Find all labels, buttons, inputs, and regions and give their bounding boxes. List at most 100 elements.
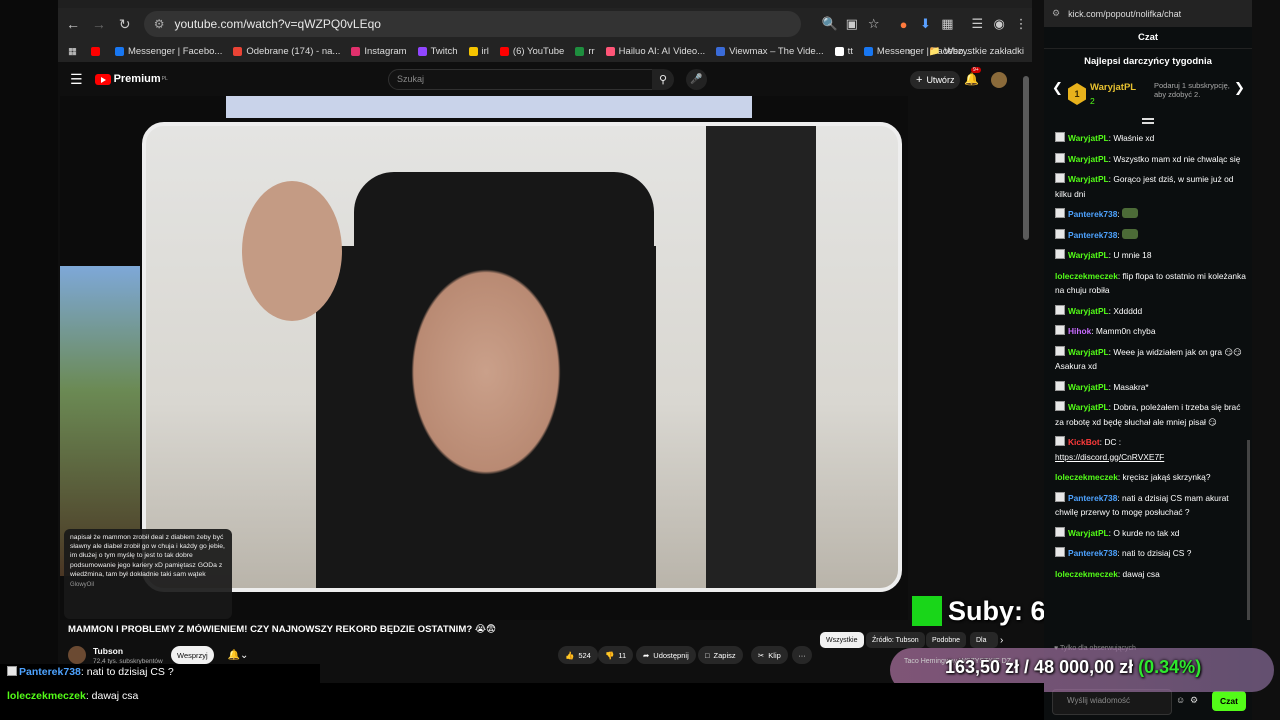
menu-dots-icon[interactable]: ⋮ <box>1010 13 1032 35</box>
video-player[interactable]: napisał że mammon zrobił deal z diabłem … <box>60 96 908 620</box>
bookmark-favicon-icon <box>834 46 844 56</box>
chat-message: WaryjatPL: Dobra, poleżałem i trzeba się… <box>1044 397 1252 432</box>
bookmark-0[interactable] <box>90 46 104 57</box>
search-input[interactable]: Szukaj <box>388 69 653 90</box>
logo-text: Premium <box>113 73 161 85</box>
dislike-button[interactable]: 👎 11 <box>598 646 634 664</box>
search-icon[interactable]: ⚲ <box>652 69 674 90</box>
chat-username[interactable]: KickBot <box>1068 437 1100 447</box>
youtube-logo[interactable]: Premium PL <box>94 73 168 85</box>
chat-message: WaryjatPL: Xddddd <box>1044 301 1252 322</box>
site-info-icon[interactable]: ⚙ <box>1052 8 1060 19</box>
notifications-icon[interactable]: 🔔 9+ <box>964 67 981 86</box>
address-bar[interactable]: ⚙ youtube.com/watch?v=qWZPQ0vLEqo <box>143 11 801 37</box>
bookmark-8[interactable]: Hailuo AI: AI Video... <box>605 46 705 57</box>
bookmark-7[interactable]: rr <box>575 46 595 57</box>
chip-for-you[interactable]: Dla <box>970 632 998 648</box>
chat-input[interactable]: Wyślij wiadomość <box>1052 689 1172 715</box>
chat-url-bar[interactable]: ⚙ kick.com/popout/nolifka/chat <box>1044 0 1252 27</box>
chat-username[interactable]: WaryjatPL <box>1068 347 1109 357</box>
chips-next-icon[interactable]: › <box>1000 635 1003 646</box>
channel-name[interactable]: Tubson <box>93 646 123 656</box>
chat-username[interactable]: WaryjatPL <box>1068 306 1109 316</box>
chat-username[interactable]: loleczekmeczek <box>1055 569 1118 579</box>
share-button[interactable]: ➦ Udostępnij <box>636 646 696 664</box>
channel-avatar[interactable] <box>68 646 86 664</box>
chat-username[interactable]: loleczekmeczek <box>1055 472 1118 482</box>
save-button[interactable]: □ Zapisz <box>698 646 743 664</box>
share-label: Udostępnij <box>653 650 689 660</box>
chat-username[interactable]: Panterek738 <box>1068 548 1117 558</box>
reload-icon[interactable]: ↻ <box>114 13 136 35</box>
bookmark-2[interactable]: Odebrane (174) - na... <box>233 46 340 57</box>
chat-text: Mamm0n chyba <box>1095 326 1156 336</box>
create-button[interactable]: + Utwórz <box>910 71 961 89</box>
chat-username[interactable]: WaryjatPL <box>1068 174 1109 184</box>
subscribe-bell-icon[interactable]: 🔔⌄ <box>223 646 253 664</box>
tab-strip <box>58 0 1032 8</box>
overlay-message: napisał że mammon zrobił deal z diabłem … <box>70 534 225 578</box>
chat-username[interactable]: loleczekmeczek <box>1055 271 1118 281</box>
chip-all[interactable]: Wszystkie <box>820 632 864 648</box>
send-button[interactable]: Czat <box>1212 691 1246 711</box>
back-icon[interactable]: ← <box>62 13 84 35</box>
page-scrollbar[interactable] <box>1023 76 1029 240</box>
bookmark-icon: □ <box>705 650 710 660</box>
star-icon[interactable]: ☆ <box>863 13 885 35</box>
extension-fire-icon[interactable]: ● <box>893 13 915 35</box>
chat-username[interactable]: Panterek738 <box>1068 209 1117 219</box>
bookmark-3[interactable]: Instagram <box>351 46 407 57</box>
chat-username[interactable]: Panterek738 <box>1068 493 1117 503</box>
top-donors-title: Najlepsi darczyńcy tygodnia <box>1084 56 1212 67</box>
chat-username[interactable]: WaryjatPL <box>1068 382 1109 392</box>
extensions-icon[interactable]: ▦ <box>936 13 958 35</box>
bookmark-1[interactable]: Messenger | Facebo... <box>114 46 222 57</box>
mic-icon[interactable]: 🎤 <box>686 69 707 90</box>
chat-ticker: Panterek738: nati to dzisiaj CS ? lolecze… <box>0 664 320 720</box>
download-icon[interactable]: ⬇ <box>915 13 937 35</box>
bookmark-5[interactable]: irl <box>468 46 489 57</box>
chip-related[interactable]: Podobne <box>926 632 967 648</box>
profile-icon[interactable]: ◉ <box>988 13 1010 35</box>
media-icon[interactable]: ☰ <box>966 13 988 35</box>
chat-username[interactable]: WaryjatPL <box>1068 528 1109 538</box>
settings-icon[interactable]: ⚙ <box>1190 695 1198 706</box>
chevron-right-icon[interactable]: ❯ <box>1234 80 1245 96</box>
chat-link[interactable]: https://discord.gg/CnRVXE7F <box>1055 452 1164 462</box>
chevron-left-icon[interactable]: ❮ <box>1052 80 1063 96</box>
like-button[interactable]: 👍 524 <box>558 646 598 664</box>
zoom-icon[interactable]: 🔍 <box>819 13 841 35</box>
more-bookmarks-icon[interactable]: » <box>907 46 912 57</box>
chat-username[interactable]: WaryjatPL <box>1068 250 1109 260</box>
emote-icon[interactable]: ☺ <box>1176 695 1185 705</box>
bookmark-6[interactable]: (6) YouTube <box>499 46 564 57</box>
support-button[interactable]: Wesprzyj <box>171 646 214 664</box>
chat-scrollbar[interactable] <box>1247 440 1250 620</box>
bookmark-9[interactable]: Viewmax – The Vide... <box>716 46 824 57</box>
account-avatar[interactable] <box>991 72 1007 88</box>
cast-icon[interactable]: ▣ <box>841 13 863 35</box>
bookmark-10[interactable]: tt <box>834 46 853 57</box>
clip-button[interactable]: ✂ Klip <box>751 646 788 664</box>
bookmark-favicon-icon <box>233 46 243 56</box>
user-badge-icon <box>7 666 17 676</box>
bookmark-4[interactable]: Twitch <box>417 46 458 57</box>
chat-username[interactable]: WaryjatPL <box>1068 133 1109 143</box>
apps-icon[interactable]: ▦ <box>68 46 77 57</box>
site-info-icon[interactable]: ⚙ <box>154 17 165 31</box>
subs-counter: Suby: 6 <box>948 595 1046 626</box>
chip-source[interactable]: Źródło: Tubson <box>866 632 925 648</box>
shelf <box>706 126 816 588</box>
drag-handle-icon[interactable] <box>1142 118 1154 124</box>
hamburger-icon[interactable]: ☰ <box>70 71 83 88</box>
chat-username[interactable]: Hihok <box>1068 326 1091 336</box>
user-badge-icon <box>1055 152 1065 163</box>
more-actions-button[interactable]: ··· <box>792 646 812 664</box>
bookmark-favicon-icon <box>499 46 509 56</box>
chat-title: Czat <box>1044 27 1252 49</box>
chat-username[interactable]: Panterek738 <box>1068 230 1117 240</box>
chat-username[interactable]: WaryjatPL <box>1068 154 1109 164</box>
forward-icon[interactable]: → <box>88 13 110 35</box>
chat-username[interactable]: WaryjatPL <box>1068 402 1109 412</box>
all-bookmarks[interactable]: Wszystkie zakładki <box>944 46 1024 57</box>
